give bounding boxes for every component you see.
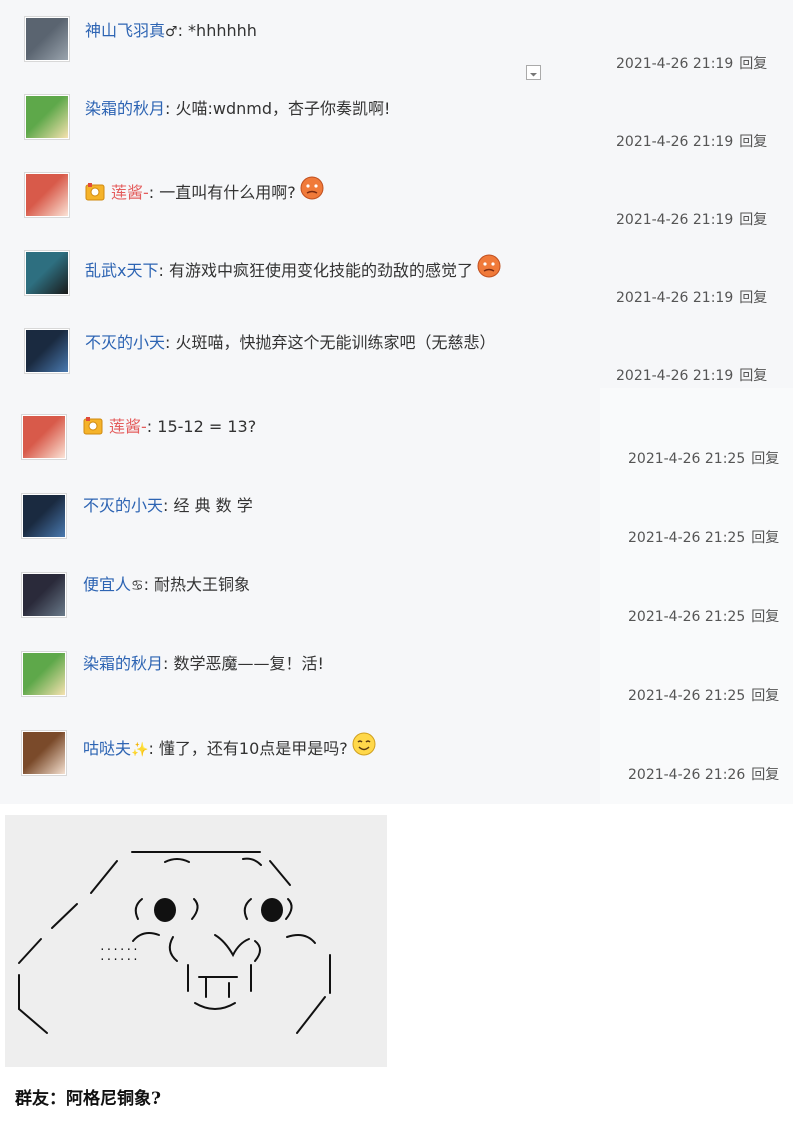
comment-row: 染霜的秋月: 数学恶魔——复！活! 2021-4-26 21:25 回复 <box>0 645 793 724</box>
comment-row: 莲酱-: 15-12 = 13? 2021-4-26 21:25 回复 <box>0 408 793 487</box>
comment-text: : 一直叫有什么用啊? <box>148 183 296 202</box>
comment-meta: 2021-4-26 21:19 回复 <box>616 365 767 385</box>
comment-row: 便宜人♋: 耐热大王铜象 2021-4-26 21:25 回复 <box>0 566 793 645</box>
comment-text: : 耐热大王铜象 <box>143 575 251 594</box>
angry-face-icon <box>300 176 324 200</box>
timestamp: 2021-4-26 21:25 <box>628 530 746 546</box>
comment-text: : 数学恶魔——复！活! <box>163 654 324 673</box>
comment-line: 乱武x天下: 有游戏中疯狂使用变化技能的劲敌的感觉了 <box>85 254 501 282</box>
comment-line: 染霜的秋月: 数学恶魔——复！活! <box>83 653 324 675</box>
comment-meta: 2021-4-26 21:25 回复 <box>628 606 779 626</box>
username-link[interactable]: 便宜人 <box>83 575 131 594</box>
comment-text: : 经 典 数 学 <box>163 496 253 515</box>
username-link[interactable]: 染霜的秋月 <box>83 654 163 673</box>
green-hair-girl-avatar[interactable] <box>21 651 67 697</box>
username-link[interactable]: 染霜的秋月 <box>85 99 165 118</box>
red-hair-girl-avatar[interactable] <box>21 414 67 460</box>
medal-icon <box>85 183 105 201</box>
reply-link[interactable]: 回复 <box>739 368 767 384</box>
cancer-zodiac-icon: ♋ <box>131 578 144 594</box>
dark-hair-boy-avatar[interactable] <box>24 328 70 374</box>
timestamp: 2021-4-26 21:19 <box>616 134 734 150</box>
expand-dropdown-button[interactable] <box>526 65 541 80</box>
comment-line: 咕哒夫✨: 懂了，还有10点是甲是吗? <box>83 732 376 761</box>
comment-row: 染霜的秋月: 火喵:wdnmd，杏子你奏凯啊! 2021-4-26 21:19 回复 <box>0 86 793 164</box>
comment-row: 不灭的小天: 火斑喵，快抛弃这个无能训练家吧（无慈悲） 2021-4-26 21:… <box>0 320 793 398</box>
reply-link[interactable]: 回复 <box>751 688 779 704</box>
reply-link[interactable]: 回复 <box>751 767 779 783</box>
dark-hair-boy-avatar[interactable] <box>21 493 67 539</box>
comment-line: 莲酱-: 15-12 = 13? <box>83 416 256 438</box>
comment-row: 神山飞羽真♂: *hhhhhh 2021-4-26 21:19 回复 <box>0 8 793 86</box>
rainy-scene-avatar[interactable] <box>24 16 70 62</box>
comment-row: 莲酱-: 一直叫有什么用啊? 2021-4-26 21:19 回复 <box>0 164 793 242</box>
username-link[interactable]: 乱武x天下 <box>85 261 158 280</box>
reply-link[interactable]: 回复 <box>739 290 767 306</box>
comment-line: 染霜的秋月: 火喵:wdnmd，杏子你奏凯啊! <box>85 98 390 120</box>
svg-text:......: ...... <box>99 950 139 963</box>
comment-row: 乱武x天下: 有游戏中疯狂使用变化技能的劲敌的感觉了 2021-4-26 21:1… <box>0 242 793 320</box>
comment-meta: 2021-4-26 21:19 回复 <box>616 209 767 229</box>
red-hair-girl-avatar[interactable] <box>24 172 70 218</box>
comment-meta: 2021-4-26 21:25 回复 <box>628 685 779 705</box>
comment-line: 莲酱-: 一直叫有什么用啊? <box>85 176 324 204</box>
reply-link[interactable]: 回复 <box>739 134 767 150</box>
reply-link[interactable]: 回复 <box>751 451 779 467</box>
caption-text: 群友：阿格尼铜象? <box>15 1089 161 1109</box>
comment-line: 便宜人♋: 耐热大王铜象 <box>83 574 250 597</box>
username-link[interactable]: 莲酱- <box>109 417 147 436</box>
comment-meta: 2021-4-26 21:25 回复 <box>628 448 779 468</box>
comment-row: 咕哒夫✨: 懂了，还有10点是甲是吗? 2021-4-26 21:26 回复 <box>0 724 793 803</box>
timestamp: 2021-4-26 21:25 <box>628 451 746 467</box>
comment-line: 神山飞羽真♂: *hhhhhh <box>85 20 257 43</box>
comment-line: 不灭的小天: 火斑喵，快抛弃这个无能训练家吧（无慈悲） <box>85 332 496 354</box>
comment-text: : 懂了，还有10点是甲是吗? <box>148 739 348 758</box>
comment-meta: 2021-4-26 21:26 回复 <box>628 764 779 784</box>
green-hair-girl-avatar[interactable] <box>24 94 70 140</box>
username-link[interactable]: 咕哒夫 <box>83 739 131 758</box>
timestamp: 2021-4-26 21:19 <box>616 290 734 306</box>
comment-text: : 火喵:wdnmd，杏子你奏凯啊! <box>165 99 391 118</box>
reply-link[interactable]: 回复 <box>739 212 767 228</box>
male-symbol-icon: ♂ <box>165 24 178 40</box>
username-link[interactable]: 不灭的小天 <box>83 496 163 515</box>
ascii-art-image: ...... ...... <box>5 815 387 1067</box>
smile-face-icon <box>352 732 376 756</box>
comment-line: 不灭的小天: 经 典 数 学 <box>83 495 253 517</box>
medal-icon <box>83 417 103 435</box>
night-scene-avatar[interactable] <box>21 572 67 618</box>
comment-meta: 2021-4-26 21:19 回复 <box>616 287 767 307</box>
comment-text: : 火斑喵，快抛弃这个无能训练家吧（无慈悲） <box>165 333 496 352</box>
comment-text: : 有游戏中疯狂使用变化技能的劲敌的感觉了 <box>158 261 473 280</box>
comment-meta: 2021-4-26 21:19 回复 <box>616 131 767 151</box>
comment-row: 不灭的小天: 经 典 数 学 2021-4-26 21:25 回复 <box>0 487 793 566</box>
reply-link[interactable]: 回复 <box>751 609 779 625</box>
timestamp: 2021-4-26 21:19 <box>616 212 734 228</box>
timestamp: 2021-4-26 21:25 <box>628 688 746 704</box>
reply-link[interactable]: 回复 <box>739 56 767 72</box>
brown-hair-girl-avatar[interactable] <box>21 730 67 776</box>
sparkle-icon: ✨ <box>131 742 149 758</box>
comment-text: : 15-12 = 13? <box>146 417 257 436</box>
username-link[interactable]: 莲酱- <box>111 183 149 202</box>
angry-face-icon <box>477 254 501 278</box>
dark-figure-avatar[interactable] <box>24 250 70 296</box>
username-link[interactable]: 不灭的小天 <box>85 333 165 352</box>
timestamp: 2021-4-26 21:26 <box>628 767 746 783</box>
comment-text: : *hhhhhh <box>177 21 257 40</box>
username-link[interactable]: 神山飞羽真 <box>85 21 165 40</box>
timestamp: 2021-4-26 21:19 <box>616 368 734 384</box>
reply-link[interactable]: 回复 <box>751 530 779 546</box>
timestamp: 2021-4-26 21:25 <box>628 609 746 625</box>
timestamp: 2021-4-26 21:19 <box>616 56 734 72</box>
comment-meta: 2021-4-26 21:19 回复 <box>616 53 767 73</box>
comment-meta: 2021-4-26 21:25 回复 <box>628 527 779 547</box>
ascii-face-drawing: ...... ...... <box>18 851 331 1034</box>
